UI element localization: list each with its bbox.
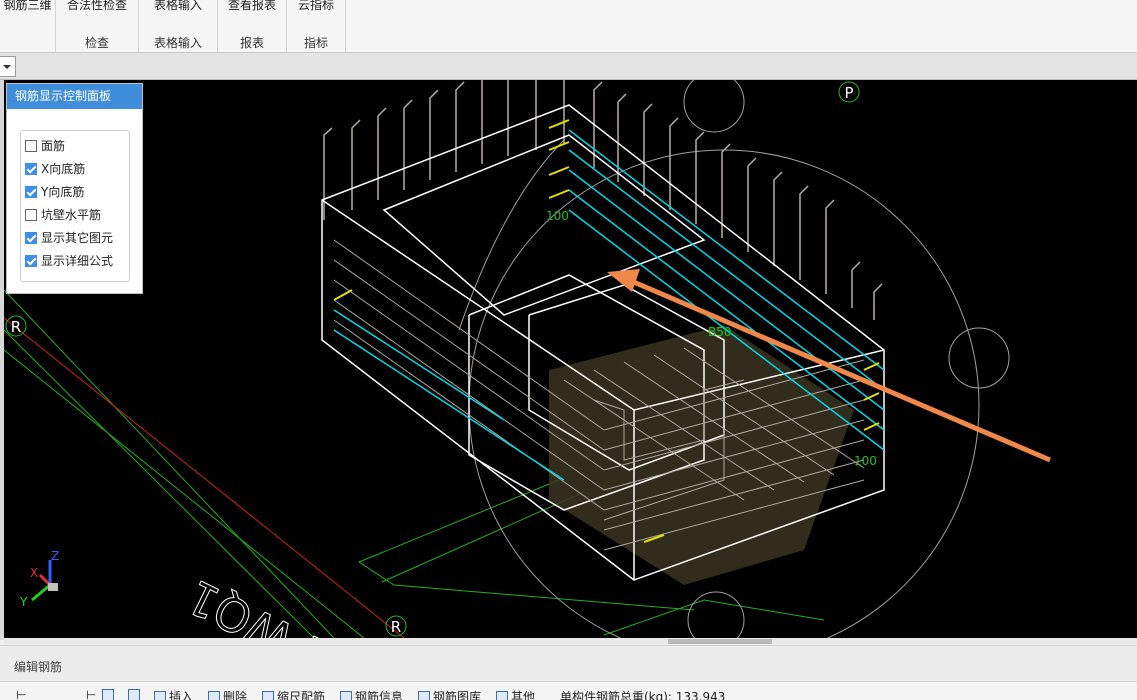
ribbon-group-index: 云指标 指标 (287, 0, 346, 52)
ribbon-group-label: 指标 (303, 36, 328, 50)
checkbox-checked-icon[interactable] (25, 186, 37, 198)
ribbon-group-table: 表格输入 表格输入 (139, 0, 218, 52)
checkbox-icon[interactable] (25, 140, 37, 152)
edit-toolbar: ⊢ ⊢ 插入 删除 缩尺配筋 钢筋信息 钢筋图库 其他 单构件钢筋总重(kg):… (0, 681, 1137, 700)
ribbon-group-3d: 钢筋三维 (0, 0, 56, 52)
ribbon-group-label: 表格输入 (153, 36, 202, 50)
ribbon-group-check: 合法性检查 检查 (56, 0, 139, 52)
marker-p: P (844, 84, 853, 102)
option-pit-wall-horizontal-rebar[interactable]: 坑壁水平筋 (25, 206, 101, 224)
total-weight-readout: 单构件钢筋总重(kg): 133.943 (560, 690, 726, 700)
toolbar-separator: ⊢ (16, 688, 27, 700)
legality-check-button[interactable]: 合法性检查 (56, 0, 138, 13)
edit-rebar-title: 编辑钢筋 (14, 660, 63, 674)
rebar-info-button[interactable]: 钢筋信息 (340, 688, 403, 700)
rebar-3d-scene[interactable]: P R R 100 100 B50 PWQ1 Z X Y (4, 80, 1137, 638)
dim-label: B50 (708, 325, 732, 339)
option-x-bottom-rebar[interactable]: X向底筋 (25, 160, 85, 178)
toolbar-separator: ⊢ (86, 688, 97, 700)
dim-label: 100 (854, 454, 877, 468)
checkbox-icon[interactable] (25, 209, 37, 221)
option-y-bottom-rebar[interactable]: Y向底筋 (25, 183, 84, 201)
checkbox-checked-icon[interactable] (25, 163, 37, 175)
checkbox-checked-icon[interactable] (25, 255, 37, 267)
view-dropdown[interactable] (0, 56, 16, 77)
move-up-icon[interactable] (102, 689, 114, 700)
axis-z-label: Z (51, 549, 59, 563)
move-down-icon[interactable] (128, 689, 140, 700)
ribbon-group-label: 报表 (239, 36, 264, 50)
cloud-index-button[interactable]: 云指标 (287, 0, 345, 13)
axis-gizmo: Z X Y (19, 549, 59, 609)
option-top-rebar[interactable]: 面筋 (25, 137, 65, 155)
checkbox-checked-icon[interactable] (25, 232, 37, 244)
view-toolbar-strip (0, 53, 1137, 80)
toolbar-icon[interactable] (102, 688, 117, 700)
option-group: 面筋 X向底筋 Y向底筋 坑壁水平筋 显示其它图元 显示详细公式 (20, 130, 130, 282)
option-show-detailed-formula[interactable]: 显示详细公式 (25, 252, 113, 270)
marker-r: R (11, 318, 21, 336)
insert-button[interactable]: 插入 (154, 688, 193, 700)
scrollbar-thumb[interactable] (668, 639, 772, 644)
edit-rebar-bar: 编辑钢筋 (0, 645, 1137, 682)
floor-text: PWQ1 (178, 569, 326, 638)
marker-r: R (391, 618, 401, 636)
ribbon-group-report: 查看报表 报表 (218, 0, 287, 52)
panel-title: 钢筋显示控制面板 (7, 84, 142, 109)
toolbar-icon[interactable] (128, 688, 143, 700)
scale-reinforcement-button[interactable]: 缩尺配筋 (262, 688, 325, 700)
table-input-button[interactable]: 表格输入 (139, 0, 217, 13)
axis-x-label: X (30, 566, 38, 580)
view-report-button[interactable]: 查看报表 (218, 0, 286, 13)
axis-y-label: Y (19, 595, 28, 609)
option-show-other-elements[interactable]: 显示其它图元 (25, 229, 113, 247)
rebar-library-button[interactable]: 钢筋图库 (418, 688, 481, 700)
delete-button[interactable]: 删除 (208, 688, 247, 700)
ribbon: 钢筋三维 合法性检查 检查 表格输入 表格输入 查看报表 报表 云指标 指标 (0, 0, 1137, 53)
rebar-display-control-panel: 钢筋显示控制面板 面筋 X向底筋 Y向底筋 坑壁水平筋 显示其它图元 显示详细公… (6, 83, 143, 294)
ribbon-group-label: 检查 (84, 36, 109, 50)
3d-viewport[interactable]: P R R 100 100 B50 PWQ1 Z X Y (4, 80, 1137, 638)
horizontal-scrollbar[interactable] (4, 638, 1137, 644)
rebar-3d-button[interactable]: 钢筋三维 (0, 0, 55, 13)
dim-label: 100 (546, 209, 569, 223)
other-button[interactable]: 其他 (496, 688, 535, 700)
